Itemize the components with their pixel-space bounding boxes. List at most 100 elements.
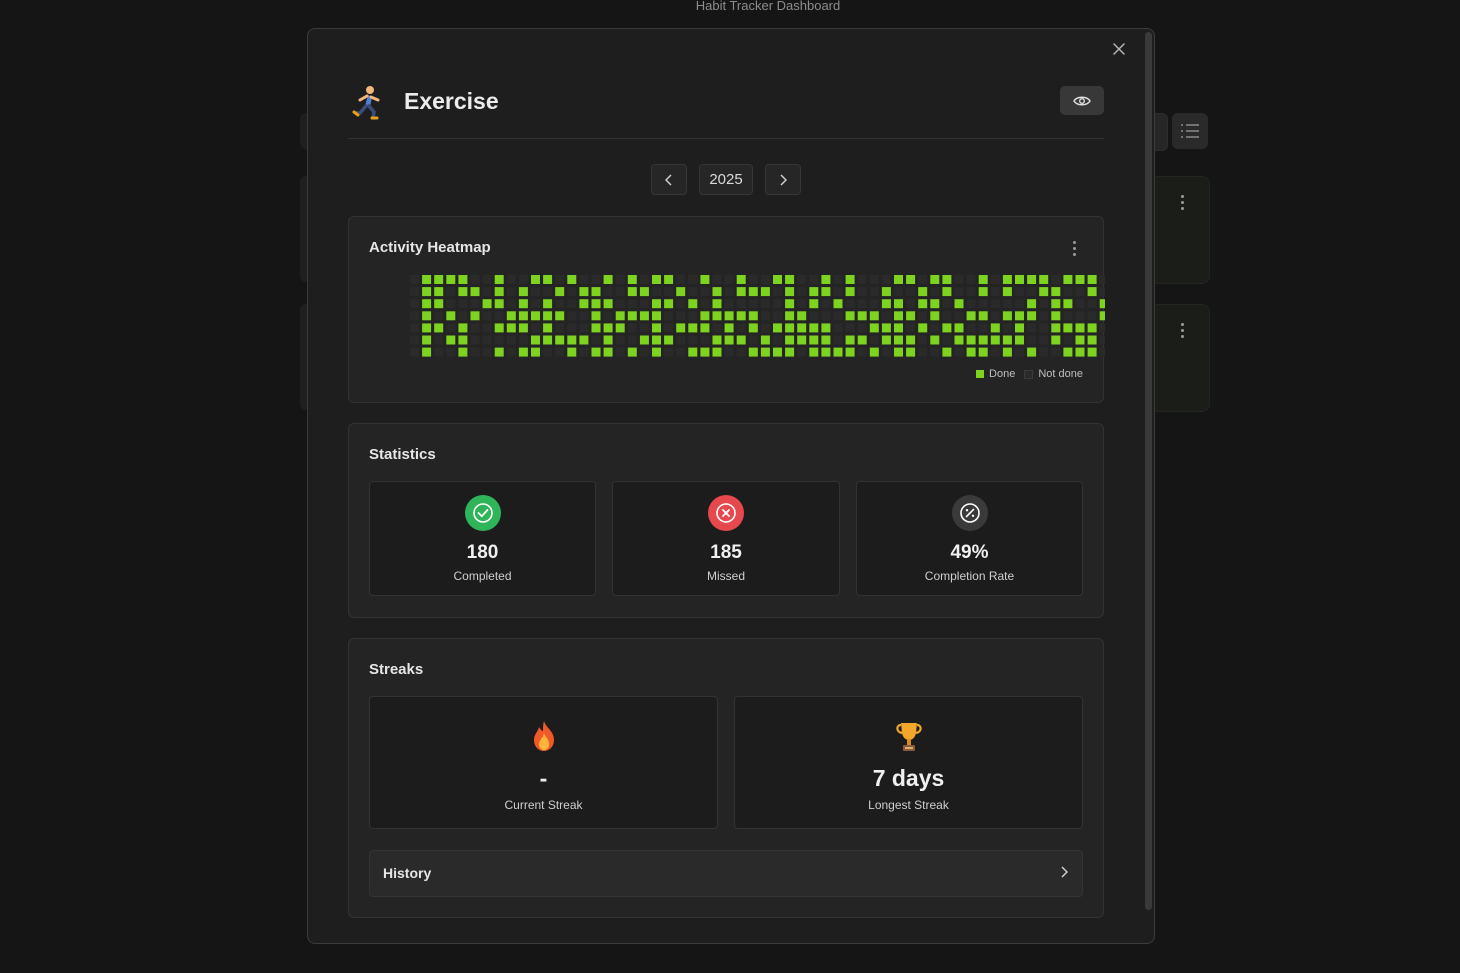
heatmap-cell-not-done[interactable] bbox=[942, 299, 952, 309]
heatmap-cell-done[interactable] bbox=[700, 275, 710, 284]
heatmap-cell-done[interactable] bbox=[627, 311, 637, 321]
heatmap-cell-done[interactable] bbox=[518, 347, 528, 357]
heatmap-cell-done[interactable] bbox=[1039, 275, 1049, 284]
kebab-icon[interactable] bbox=[1181, 195, 1185, 213]
bg-habit-card[interactable] bbox=[1150, 304, 1210, 412]
heatmap-cell-done[interactable] bbox=[1087, 287, 1097, 297]
heatmap-cell-not-done[interactable] bbox=[797, 287, 807, 297]
heatmap-cell-done[interactable] bbox=[1051, 287, 1061, 297]
heatmap-cell-not-done[interactable] bbox=[470, 299, 480, 309]
heatmap-cell-not-done[interactable] bbox=[906, 299, 916, 309]
heatmap-cell-not-done[interactable] bbox=[1099, 347, 1105, 357]
heatmap-cell-done[interactable] bbox=[579, 287, 589, 297]
heatmap-cell-not-done[interactable] bbox=[676, 335, 686, 345]
heatmap-cell-not-done[interactable] bbox=[1015, 299, 1024, 309]
heatmap-cell-done[interactable] bbox=[1051, 335, 1061, 345]
heatmap-cell-not-done[interactable] bbox=[531, 287, 540, 297]
heatmap-cell-not-done[interactable] bbox=[1087, 311, 1097, 321]
heatmap-cell-done[interactable] bbox=[446, 335, 456, 345]
heatmap-cell-done[interactable] bbox=[906, 311, 916, 321]
heatmap-cell-done[interactable] bbox=[652, 299, 661, 309]
heatmap-cell-done[interactable] bbox=[785, 347, 795, 357]
bg-habit-card[interactable] bbox=[1150, 176, 1210, 284]
heatmap-cell-done[interactable] bbox=[809, 347, 819, 357]
heatmap-cell-done[interactable] bbox=[1015, 323, 1024, 333]
heatmap-cell-not-done[interactable] bbox=[954, 275, 964, 284]
heatmap-cell-not-done[interactable] bbox=[966, 299, 976, 309]
heatmap-cell-done[interactable] bbox=[603, 299, 613, 309]
heatmap-cell-not-done[interactable] bbox=[410, 335, 419, 345]
heatmap-cell-not-done[interactable] bbox=[918, 335, 928, 345]
heatmap-cell-done[interactable] bbox=[990, 335, 1000, 345]
heatmap-cell-done[interactable] bbox=[821, 347, 831, 357]
heatmap-cell-not-done[interactable] bbox=[410, 347, 419, 357]
heatmap-cell-not-done[interactable] bbox=[567, 311, 577, 321]
heatmap-cell-done[interactable] bbox=[531, 275, 540, 284]
heatmap-cell-done[interactable] bbox=[1015, 275, 1024, 284]
heatmap-cell-done[interactable] bbox=[518, 287, 528, 297]
heatmap-cell-done[interactable] bbox=[942, 287, 952, 297]
heatmap-cell-not-done[interactable] bbox=[615, 287, 625, 297]
heatmap-cell-not-done[interactable] bbox=[615, 299, 625, 309]
heatmap-cell-done[interactable] bbox=[494, 323, 504, 333]
heatmap-cell-done[interactable] bbox=[652, 323, 661, 333]
heatmap-cell-done[interactable] bbox=[748, 347, 758, 357]
heatmap-cell-done[interactable] bbox=[422, 299, 432, 309]
heatmap-cell-done[interactable] bbox=[1087, 347, 1097, 357]
heatmap-cell-done[interactable] bbox=[1027, 347, 1037, 357]
heatmap-cell-not-done[interactable] bbox=[555, 347, 565, 357]
heatmap-cell-done[interactable] bbox=[1002, 347, 1012, 357]
heatmap-cell-not-done[interactable] bbox=[446, 299, 456, 309]
heatmap-cell-done[interactable] bbox=[748, 287, 758, 297]
next-year-button[interactable] bbox=[765, 164, 801, 195]
heatmap-cell-done[interactable] bbox=[773, 347, 782, 357]
heatmap-cell-done[interactable] bbox=[736, 275, 746, 284]
heatmap-cell-not-done[interactable] bbox=[555, 323, 565, 333]
heatmap-cell-done[interactable] bbox=[603, 335, 613, 345]
heatmap-cell-done[interactable] bbox=[845, 311, 855, 321]
heatmap-cell-not-done[interactable] bbox=[760, 275, 770, 284]
heatmap-cell-done[interactable] bbox=[458, 287, 468, 297]
heatmap-cell-done[interactable] bbox=[845, 287, 855, 297]
heatmap-cell-done[interactable] bbox=[748, 311, 758, 321]
heatmap-cell-done[interactable] bbox=[712, 347, 722, 357]
heatmap-cell-done[interactable] bbox=[615, 311, 625, 321]
heatmap-cell-done[interactable] bbox=[639, 335, 649, 345]
heatmap-cell-not-done[interactable] bbox=[410, 287, 419, 297]
heatmap-cell-not-done[interactable] bbox=[676, 347, 686, 357]
heatmap-cell-done[interactable] bbox=[579, 335, 589, 345]
heatmap-cell-not-done[interactable] bbox=[676, 275, 686, 284]
heatmap-cell-not-done[interactable] bbox=[506, 335, 516, 345]
heatmap-cell-not-done[interactable] bbox=[797, 347, 807, 357]
heatmap-cell-done[interactable] bbox=[821, 275, 831, 284]
heatmap-cell-done[interactable] bbox=[966, 347, 976, 357]
heatmap-cell-not-done[interactable] bbox=[615, 275, 625, 284]
heatmap-cell-not-done[interactable] bbox=[639, 347, 649, 357]
heatmap-cell-done[interactable] bbox=[712, 287, 722, 297]
heatmap-cell-done[interactable] bbox=[906, 275, 916, 284]
heatmap-cell-not-done[interactable] bbox=[797, 299, 807, 309]
heatmap-cell-not-done[interactable] bbox=[773, 287, 782, 297]
heatmap-cell-done[interactable] bbox=[446, 311, 456, 321]
heatmap-cell-done[interactable] bbox=[906, 335, 916, 345]
heatmap-cell-done[interactable] bbox=[482, 299, 492, 309]
heatmap-cell-not-done[interactable] bbox=[555, 275, 565, 284]
heatmap-cell-not-done[interactable] bbox=[1039, 323, 1049, 333]
heatmap-cell-not-done[interactable] bbox=[833, 311, 843, 321]
heatmap-cell-not-done[interactable] bbox=[1039, 311, 1049, 321]
heatmap-cell-not-done[interactable] bbox=[1027, 335, 1037, 345]
heatmap-cell-not-done[interactable] bbox=[1051, 275, 1061, 284]
heatmap-cell-done[interactable] bbox=[688, 299, 698, 309]
heatmap-cell-not-done[interactable] bbox=[434, 311, 444, 321]
heatmap-cell-done[interactable] bbox=[881, 299, 891, 309]
heatmap-cell-not-done[interactable] bbox=[627, 335, 637, 345]
heatmap-cell-not-done[interactable] bbox=[688, 311, 698, 321]
heatmap-cell-not-done[interactable] bbox=[833, 287, 843, 297]
heatmap-cell-done[interactable] bbox=[894, 299, 903, 309]
heatmap-cell-done[interactable] bbox=[591, 347, 601, 357]
heatmap-cell-done[interactable] bbox=[785, 335, 795, 345]
heatmap-cell-done[interactable] bbox=[712, 299, 722, 309]
visibility-toggle-button[interactable] bbox=[1060, 86, 1104, 115]
heatmap-cell-not-done[interactable] bbox=[1027, 323, 1037, 333]
heatmap-cell-not-done[interactable] bbox=[531, 323, 540, 333]
